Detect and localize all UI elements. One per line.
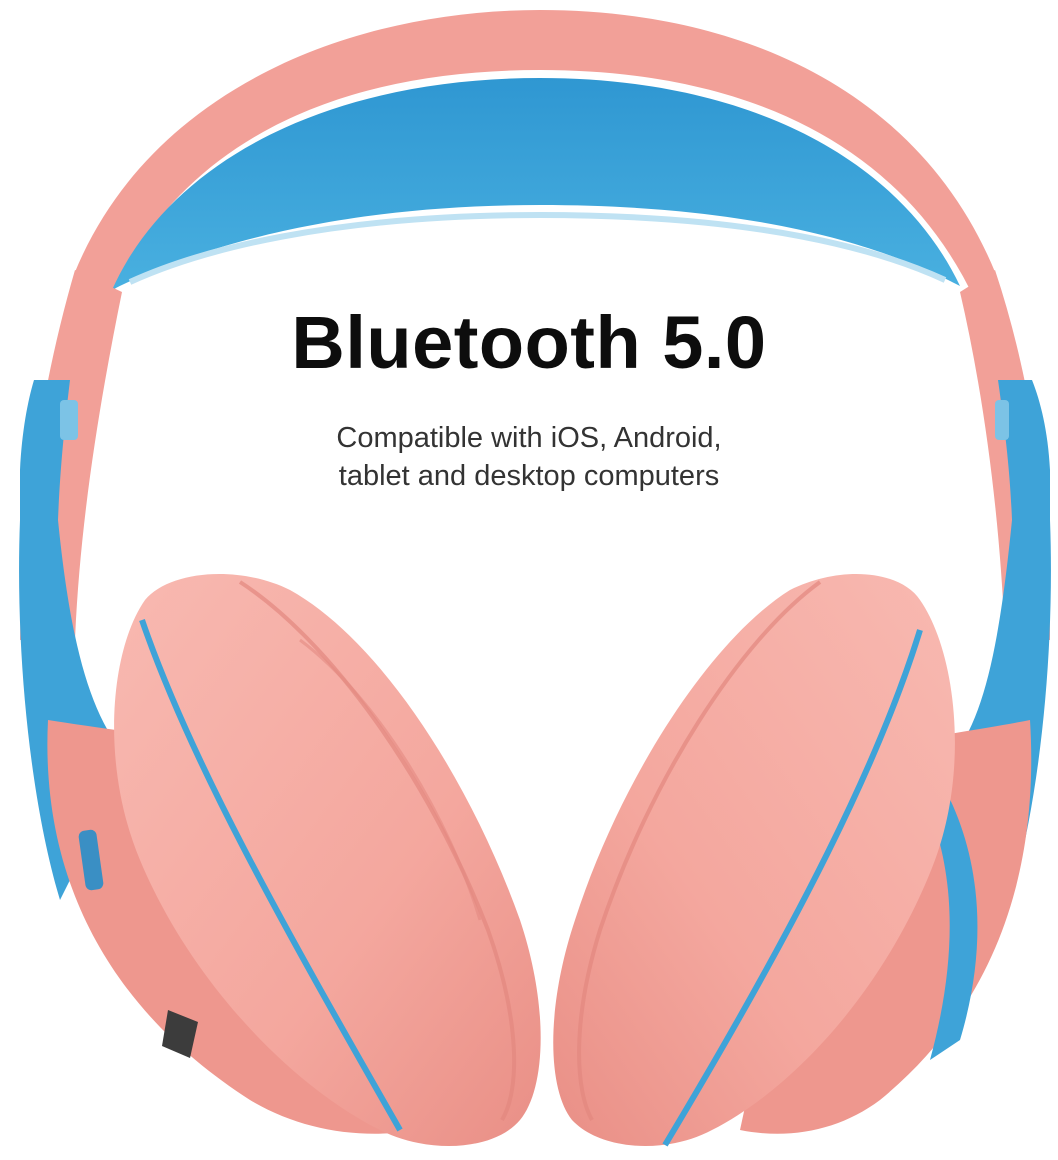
headphones-illustration — [19, 10, 1051, 1147]
headphones-product-image — [0, 0, 1058, 1160]
headline: Bluetooth 5.0 — [291, 301, 767, 384]
compatibility-line-1: Compatible with iOS, Android, — [336, 422, 722, 454]
compatibility-line-2: tablet and desktop computers — [338, 460, 720, 492]
